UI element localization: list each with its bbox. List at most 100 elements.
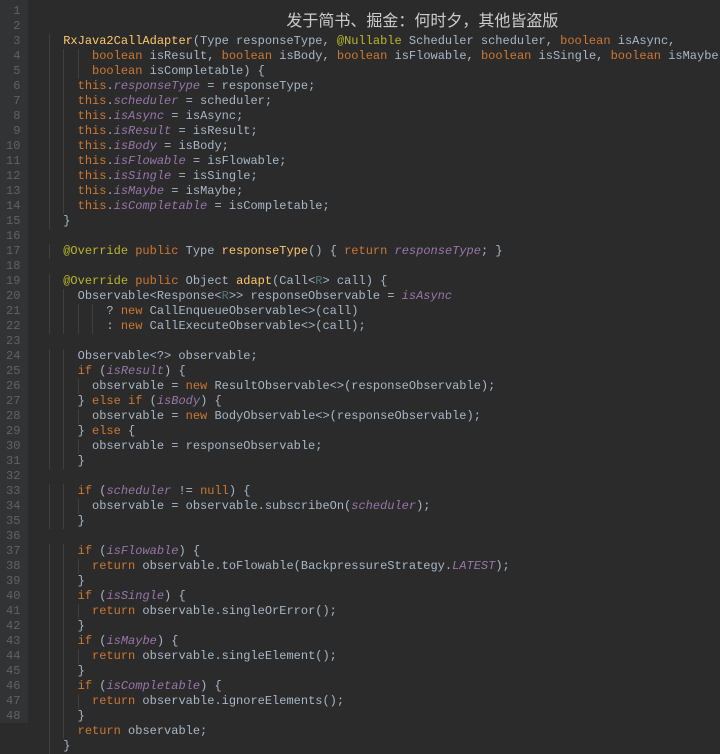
code-token: { <box>121 424 135 439</box>
line-number: 48 <box>6 709 20 724</box>
code-line[interactable]: } <box>34 709 720 724</box>
code-line[interactable]: } <box>34 574 720 589</box>
code-token: = isAsync; <box>164 109 243 124</box>
code-line[interactable]: return observable.ignoreElements(); <box>34 694 720 709</box>
code-token: R <box>222 289 229 304</box>
code-line[interactable]: } <box>34 739 720 754</box>
code-line[interactable]: this.isSingle = isSingle; <box>34 169 720 184</box>
code-token: RxJava2CallAdapter <box>63 34 193 49</box>
code-line[interactable] <box>34 529 720 544</box>
code-line[interactable]: @Override public Type responseType() { r… <box>34 244 720 259</box>
code-token <box>34 124 77 139</box>
code-line[interactable]: this.isAsync = isAsync; <box>34 109 720 124</box>
code-line[interactable] <box>34 259 720 274</box>
code-line[interactable]: return observable.toFlowable(Backpressur… <box>34 559 720 574</box>
code-token: . <box>106 139 113 154</box>
code-line[interactable]: this.isBody = isBody; <box>34 139 720 154</box>
line-number: 6 <box>6 79 20 94</box>
code-token: ( <box>92 589 106 604</box>
code-token: this <box>78 94 107 109</box>
line-number: 9 <box>6 124 20 139</box>
code-token: this <box>78 169 107 184</box>
code-line[interactable]: if (isMaybe) { <box>34 634 720 649</box>
code-token: . <box>106 109 113 124</box>
code-token: if <box>78 634 92 649</box>
code-token: return <box>344 244 387 259</box>
code-line[interactable]: if (isSingle) { <box>34 589 720 604</box>
code-line[interactable] <box>34 469 720 484</box>
code-line[interactable]: } <box>34 454 720 469</box>
code-line[interactable]: this.isFlowable = isFlowable; <box>34 154 720 169</box>
code-token: else <box>92 424 121 439</box>
code-token <box>34 79 77 94</box>
code-token <box>34 184 77 199</box>
code-line[interactable]: return observable.singleOrError(); <box>34 604 720 619</box>
code-token: this <box>78 79 107 94</box>
code-token: isSingle, <box>531 49 610 64</box>
code-line[interactable]: ? new CallEnqueueObservable<>(call) <box>34 304 720 319</box>
code-token: R <box>315 274 322 289</box>
code-token: null <box>200 484 229 499</box>
code-token: ( <box>92 544 106 559</box>
code-line[interactable]: observable = responseObservable; <box>34 439 720 454</box>
line-number: 38 <box>6 559 20 574</box>
code-line[interactable] <box>34 229 720 244</box>
code-editor[interactable]: 发于简书、掘金：何时夕，其他皆盗版 RxJava2CallAdapter(Typ… <box>28 0 720 723</box>
code-token: boolean <box>222 49 272 64</box>
line-number: 5 <box>6 64 20 79</box>
code-line[interactable]: RxJava2CallAdapter(Type responseType, @N… <box>34 34 720 49</box>
code-line[interactable]: Observable<?> observable; <box>34 349 720 364</box>
code-line[interactable]: boolean isResult, boolean isBody, boolea… <box>34 49 720 64</box>
code-line[interactable]: } <box>34 619 720 634</box>
code-line[interactable]: observable = new ResultObservable<>(resp… <box>34 379 720 394</box>
code-line[interactable]: this.isCompletable = isCompletable; <box>34 199 720 214</box>
code-token: public <box>135 274 178 289</box>
code-token <box>34 169 77 184</box>
code-line[interactable]: } <box>34 514 720 529</box>
code-token: if <box>78 544 92 559</box>
code-token: ( <box>92 634 106 649</box>
code-token: scheduler <box>106 484 171 499</box>
code-line[interactable]: } <box>34 214 720 229</box>
code-line[interactable]: this.scheduler = scheduler; <box>34 94 720 109</box>
code-line[interactable]: if (isCompletable) { <box>34 679 720 694</box>
code-token: . <box>106 169 113 184</box>
code-token: ); <box>495 559 509 574</box>
code-token: } <box>34 574 84 589</box>
code-line[interactable]: observable = observable.subscribeOn(sche… <box>34 499 720 514</box>
code-token: . <box>106 79 113 94</box>
code-token: ; } <box>481 244 503 259</box>
code-line[interactable]: boolean isCompletable) { <box>34 64 720 79</box>
code-line[interactable]: if (isResult) { <box>34 364 720 379</box>
code-token <box>128 244 135 259</box>
code-token: isBody <box>157 394 200 409</box>
code-line[interactable]: return observable.singleElement(); <box>34 649 720 664</box>
code-line[interactable]: return observable; <box>34 724 720 739</box>
code-line[interactable]: @Override public Object adapt(Call<R> ca… <box>34 274 720 289</box>
code-line[interactable] <box>34 334 720 349</box>
line-number: 12 <box>6 169 20 184</box>
code-token: . <box>106 184 113 199</box>
code-line[interactable]: : new CallExecuteObservable<>(call); <box>34 319 720 334</box>
code-line[interactable]: } else { <box>34 424 720 439</box>
code-token: return <box>92 559 135 574</box>
code-line[interactable]: this.isMaybe = isMaybe; <box>34 184 720 199</box>
code-line[interactable]: } else if (isBody) { <box>34 394 720 409</box>
code-token: observable.singleOrError(); <box>135 604 337 619</box>
code-line[interactable]: if (isFlowable) { <box>34 544 720 559</box>
code-line[interactable]: if (scheduler != null) { <box>34 484 720 499</box>
code-line[interactable]: } <box>34 664 720 679</box>
code-token: ); <box>416 499 430 514</box>
line-number: 2 <box>6 19 20 34</box>
code-line[interactable]: this.responseType = responseType; <box>34 79 720 94</box>
code-token: . <box>106 94 113 109</box>
code-token: isResult, <box>142 49 221 64</box>
code-line[interactable]: observable = new BodyObservable<>(respon… <box>34 409 720 424</box>
code-line[interactable]: this.isResult = isResult; <box>34 124 720 139</box>
code-line[interactable]: Observable<Response<R>> responseObservab… <box>34 289 720 304</box>
line-number: 30 <box>6 439 20 454</box>
code-token: > call) { <box>323 274 388 289</box>
code-token: = responseType; <box>200 79 315 94</box>
line-number: 21 <box>6 304 20 319</box>
code-token <box>34 724 77 739</box>
